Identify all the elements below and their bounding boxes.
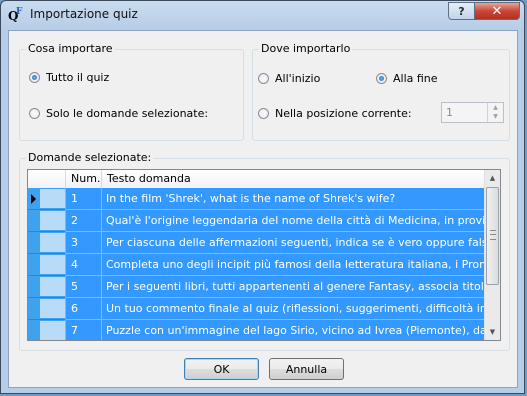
row-indicator[interactable] bbox=[28, 210, 66, 232]
table-row[interactable]: 2 Qual'è l'origine leggendaria del nome … bbox=[28, 210, 485, 232]
row-text-cell[interactable]: Completa uno degli incipit più famosi de… bbox=[102, 254, 485, 276]
radio-current-position-label: Nella posizione corrente: bbox=[275, 107, 412, 120]
table-row[interactable]: 5 Per i seguenti libri, tutti appartenen… bbox=[28, 276, 485, 298]
table-row[interactable]: 6 Un tuo commento finale al quiz (rifles… bbox=[28, 298, 485, 320]
grip-icon bbox=[490, 230, 496, 240]
spin-up-icon[interactable]: ▲ bbox=[488, 103, 503, 112]
row-text-cell[interactable]: Per i seguenti libri, tutti appartenenti… bbox=[102, 276, 485, 298]
questions-grid[interactable]: Num. Testo domanda 1 In the film 'Shrek'… bbox=[27, 169, 501, 341]
radio-selected-questions[interactable]: Solo le domande selezionate: bbox=[29, 107, 208, 120]
grid-vertical-scrollbar[interactable]: ▲ ▼ bbox=[484, 170, 500, 340]
where-to-import-legend: Dove importarlo bbox=[259, 42, 353, 55]
what-to-import-group: Cosa importare bbox=[19, 42, 244, 141]
row-num-cell[interactable]: 2 bbox=[66, 210, 102, 232]
grid-header: Num. Testo domanda bbox=[28, 170, 485, 189]
radio-at-end[interactable]: Alla fine bbox=[376, 72, 438, 85]
window-title: Importazione quiz bbox=[30, 7, 138, 21]
radio-whole-quiz-indicator[interactable] bbox=[29, 72, 40, 83]
row-text-cell[interactable]: Qual'è l'origine leggendaria del nome de… bbox=[102, 210, 485, 232]
row-num-cell[interactable]: 6 bbox=[66, 298, 102, 320]
row-text-cell[interactable]: Un tuo commento finale al quiz (riflessi… bbox=[102, 298, 485, 320]
radio-whole-quiz-label: Tutto il quiz bbox=[46, 71, 110, 84]
table-row[interactable]: 3 Per ciascuna delle affermazioni seguen… bbox=[28, 232, 485, 254]
spin-arrows: ▲ ▼ bbox=[487, 103, 503, 122]
where-to-import-group: Dove importarlo bbox=[252, 42, 510, 141]
current-row-arrow-icon bbox=[31, 194, 36, 204]
table-row[interactable]: 4 Completa uno degli incipit più famosi … bbox=[28, 254, 485, 276]
radio-at-start-indicator[interactable] bbox=[258, 73, 269, 84]
radio-whole-quiz[interactable]: Tutto il quiz bbox=[29, 71, 109, 84]
column-header-num[interactable]: Num. bbox=[66, 170, 102, 188]
scroll-down-icon[interactable]: ▼ bbox=[485, 324, 500, 340]
radio-at-start[interactable]: All'inizio bbox=[258, 72, 320, 85]
radio-at-start-label: All'inizio bbox=[275, 72, 321, 85]
row-indicator[interactable] bbox=[28, 320, 66, 340]
selected-questions-legend: Domande selezionate: bbox=[26, 151, 154, 164]
row-text-cell[interactable]: Per ciascuna delle affermazioni seguenti… bbox=[102, 232, 485, 254]
radio-current-position-indicator[interactable] bbox=[258, 108, 269, 119]
row-text-cell[interactable]: In the film 'Shrek', what is the name of… bbox=[102, 188, 485, 210]
what-to-import-legend: Cosa importare bbox=[26, 42, 115, 55]
row-indicator[interactable] bbox=[28, 254, 66, 276]
close-button[interactable]: ✕ bbox=[474, 2, 520, 20]
radio-selected-questions-indicator[interactable] bbox=[29, 108, 40, 119]
row-indicator[interactable] bbox=[28, 232, 66, 254]
scroll-thumb[interactable] bbox=[486, 187, 499, 285]
title-bar[interactable]: QF Importazione quiz ? ✕ bbox=[1, 1, 526, 29]
radio-current-position[interactable]: Nella posizione corrente: bbox=[258, 107, 412, 120]
table-row[interactable]: 7 Puzzle con un'immagine del lago Sirio,… bbox=[28, 320, 485, 340]
ok-button[interactable]: OK bbox=[184, 358, 259, 380]
radio-selected-questions-label: Solo le domande selezionate: bbox=[46, 107, 209, 120]
table-row[interactable]: 1 In the film 'Shrek', what is the name … bbox=[28, 188, 485, 210]
row-num-cell[interactable]: 5 bbox=[66, 276, 102, 298]
row-num-cell[interactable]: 1 bbox=[66, 188, 102, 210]
position-value[interactable]: 1 bbox=[446, 106, 453, 119]
help-button[interactable]: ? bbox=[448, 2, 475, 20]
spin-down-icon[interactable]: ▼ bbox=[488, 112, 503, 121]
row-text-cell[interactable]: Puzzle con un'immagine del lago Sirio, v… bbox=[102, 320, 485, 340]
radio-at-end-indicator[interactable] bbox=[376, 73, 387, 84]
column-header-text[interactable]: Testo domanda bbox=[102, 170, 485, 188]
row-num-cell[interactable]: 7 bbox=[66, 320, 102, 340]
row-indicator[interactable] bbox=[28, 188, 66, 210]
dialog-window: QF Importazione quiz ? ✕ Cosa importare … bbox=[0, 0, 525, 394]
row-num-cell[interactable]: 4 bbox=[66, 254, 102, 276]
row-indicator[interactable] bbox=[28, 298, 66, 320]
row-num-cell[interactable]: 3 bbox=[66, 232, 102, 254]
scroll-up-icon[interactable]: ▲ bbox=[485, 170, 500, 186]
grid-corner-cell bbox=[28, 170, 66, 188]
row-indicator[interactable] bbox=[28, 276, 66, 298]
app-quiz-icon: QF bbox=[8, 7, 23, 23]
radio-at-end-label: Alla fine bbox=[393, 72, 438, 85]
cancel-button[interactable]: Annulla bbox=[269, 358, 344, 380]
position-spinbox[interactable]: 1 ▲ ▼ bbox=[441, 102, 504, 123]
